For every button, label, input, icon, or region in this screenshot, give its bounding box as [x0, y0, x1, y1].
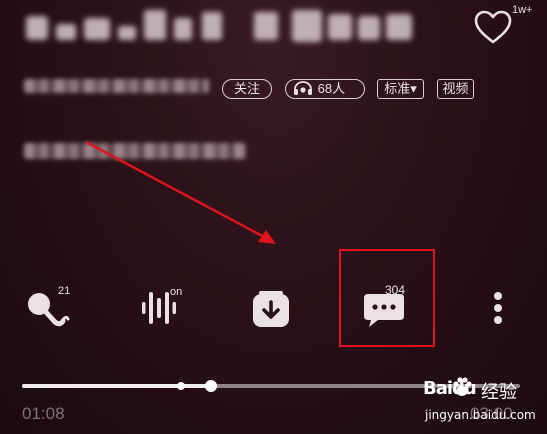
karaoke-count: 21	[58, 285, 71, 297]
download-icon[interactable]	[250, 289, 292, 331]
comment-highlight-box	[339, 249, 435, 347]
elapsed-time: 01:08	[22, 404, 65, 423]
annotation-arrow	[85, 140, 276, 244]
more-icon[interactable]	[488, 290, 508, 330]
watermark-brand: Baidu	[423, 378, 477, 399]
effect-state: on	[170, 286, 183, 298]
baidu-jingyan-watermark: Baidu 经验 jingyan.baidu.com	[423, 374, 543, 432]
watermark-brand-cn: 经验	[481, 382, 517, 403]
watermark-url: jingyan.baidu.com	[425, 408, 536, 422]
